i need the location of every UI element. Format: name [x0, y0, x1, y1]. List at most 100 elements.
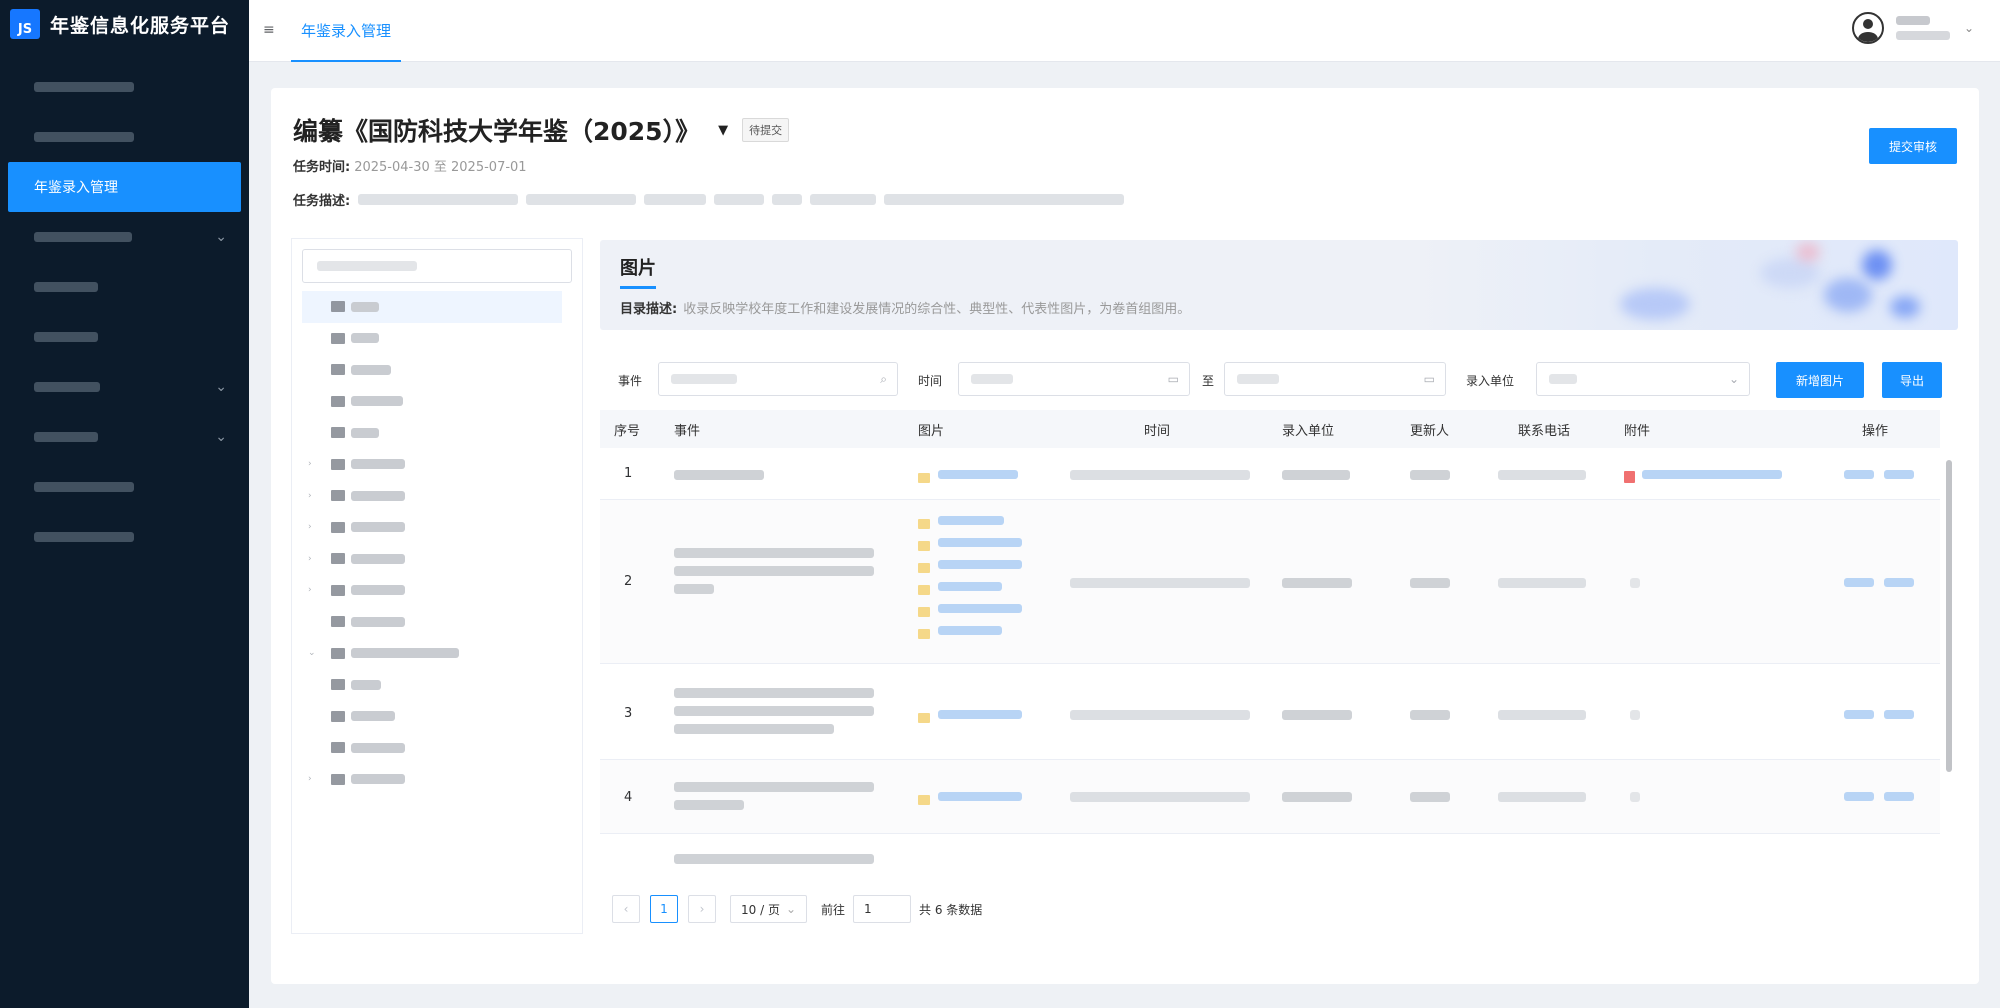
tree-node[interactable]	[292, 606, 582, 638]
next-page-button[interactable]: ›	[688, 895, 716, 923]
column-header: 图片	[918, 423, 945, 439]
chevron-down-icon: ⌄	[215, 429, 227, 445]
column-header: 联系电话	[1518, 423, 1571, 439]
chevron-down-icon: ⌄	[1963, 21, 1974, 35]
submit-review-button[interactable]: 提交审核	[1869, 128, 1957, 164]
chevron-down-icon: ⌄	[215, 379, 227, 395]
chevron-down-icon: ⌄	[785, 902, 797, 916]
tree-node[interactable]: ›	[292, 480, 582, 512]
data-table: 序号 事件 图片 时间 录入单位 更新人 联系电话 附件 操作 1 2 3 4	[600, 410, 1958, 876]
date-to-label: 至	[1202, 374, 1215, 388]
edit-link[interactable]	[1844, 470, 1874, 479]
column-header: 操作	[1862, 423, 1889, 439]
sidebar-item-9[interactable]	[0, 462, 249, 512]
time-filter-label: 时间	[918, 374, 943, 388]
calendar-icon: ▭	[1167, 372, 1179, 386]
tree-node[interactable]	[302, 291, 562, 323]
tab-yearbook-entry[interactable]: 年鉴录入管理	[291, 0, 402, 62]
top-header: ≡ 年鉴录入管理 ⌄	[249, 0, 2000, 62]
tree-node[interactable]: ⌄	[292, 638, 582, 670]
tree-node[interactable]	[292, 386, 582, 418]
sidebar-item-6[interactable]	[0, 312, 249, 362]
task-time: 任务时间: 2025-04-30 至 2025-07-01	[293, 160, 527, 175]
pdf-file-icon	[1624, 471, 1635, 483]
attachment-link[interactable]	[1642, 470, 1782, 479]
page-size-select[interactable]: 10 / 页 ⌄	[730, 895, 808, 923]
tree-node[interactable]: ›	[292, 512, 582, 544]
column-header: 录入单位	[1282, 423, 1335, 439]
total-count: 共 6 条数据	[919, 902, 983, 917]
table-header: 序号 事件 图片 时间 录入单位 更新人 联系电话 附件 操作	[600, 410, 1940, 448]
sidebar-item-2[interactable]	[0, 112, 249, 162]
sidebar-item-4[interactable]: ⌄	[0, 212, 249, 262]
edit-link[interactable]	[1844, 578, 1874, 587]
jump-label: 前往	[821, 902, 846, 917]
sidebar-item-1[interactable]	[0, 62, 249, 112]
event-search-input[interactable]: ⌕	[658, 362, 898, 396]
prev-page-button[interactable]: ‹	[612, 895, 640, 923]
user-menu[interactable]: ⌄	[1851, 12, 1974, 44]
tree-node[interactable]: ›	[292, 449, 582, 481]
delete-link[interactable]	[1884, 578, 1914, 587]
table-row: 4	[600, 760, 1940, 834]
sidebar-item-5[interactable]	[0, 262, 249, 312]
export-button[interactable]: 导出	[1882, 362, 1942, 398]
column-header: 时间	[1144, 423, 1171, 439]
sidebar-item-7[interactable]: ⌄	[0, 362, 249, 412]
caret-down-icon[interactable]: ▼	[718, 123, 728, 138]
page-jump-input[interactable]: 1	[853, 895, 912, 923]
chevron-down-icon: ⌄	[215, 229, 227, 245]
start-date-input[interactable]: ▭	[958, 362, 1190, 396]
unit-select[interactable]: ⌄	[1536, 362, 1750, 396]
delete-link[interactable]	[1884, 792, 1914, 801]
edit-link[interactable]	[1844, 710, 1874, 719]
delete-link[interactable]	[1884, 710, 1914, 719]
tree-node[interactable]	[292, 417, 582, 449]
tree-node[interactable]	[292, 701, 582, 733]
tree-node[interactable]: ›	[292, 575, 582, 607]
section-description: 目录描述: 收录反映学校年度工作和建设发展情况的综合性、典型性、代表性图片，为卷…	[620, 302, 1191, 317]
end-date-input[interactable]: ▭	[1224, 362, 1446, 396]
table-row: 1	[600, 448, 1940, 500]
tree-node[interactable]	[292, 732, 582, 764]
event-filter-label: 事件	[618, 374, 643, 388]
menu-toggle-icon[interactable]: ≡	[263, 22, 275, 38]
task-description: 任务描述:	[293, 190, 1125, 209]
add-image-button[interactable]: 新增图片	[1776, 362, 1864, 398]
column-header: 更新人	[1410, 423, 1450, 439]
sidebar-menu: 年鉴录入管理 ⌄ ⌄ ⌄	[0, 62, 249, 562]
brand: JS 年鉴信息化服务平台	[0, 0, 249, 48]
edit-link[interactable]	[1844, 792, 1874, 801]
calendar-icon: ▭	[1423, 372, 1435, 386]
table-row: 2	[600, 500, 1940, 664]
tree-node[interactable]	[292, 354, 582, 386]
sidebar-item-10[interactable]	[0, 512, 249, 562]
app-title: 年鉴信息化服务平台	[50, 14, 231, 37]
sidebar-item-yearbook-entry[interactable]: 年鉴录入管理	[8, 162, 241, 212]
tree-node[interactable]: ›	[292, 543, 582, 575]
column-header: 序号	[614, 423, 641, 439]
user-avatar-icon	[1851, 12, 1884, 44]
table-row	[600, 834, 1940, 876]
table-scrollbar[interactable]	[1946, 460, 1952, 772]
sidebar-item-label: 年鉴录入管理	[34, 180, 118, 196]
chevron-down-icon: ⌄	[1728, 372, 1739, 386]
tree-node[interactable]	[292, 323, 582, 355]
table-row: 3	[600, 664, 1940, 760]
app-logo-icon: JS	[10, 9, 40, 39]
unit-filter-label: 录入单位	[1466, 374, 1515, 388]
page-number-button[interactable]: 1	[650, 895, 678, 923]
tree-node[interactable]: ›	[292, 764, 582, 796]
pagination: ‹ 1 › 10 / 页 ⌄ 前往 1 共 6 条数据	[612, 894, 982, 924]
tree-node[interactable]	[292, 669, 582, 701]
sidebar-item-8[interactable]: ⌄	[0, 412, 249, 462]
delete-link[interactable]	[1884, 470, 1914, 479]
page-title: 编纂《国防科技大学年鉴（2025）》 ▼ 待提交	[293, 112, 790, 148]
tree-search-input[interactable]	[302, 249, 572, 283]
section-banner: 图片 目录描述: 收录反映学校年度工作和建设发展情况的综合性、典型性、代表性图片…	[600, 240, 1958, 330]
category-tree: › › › › › ⌄ ›	[291, 238, 583, 934]
filter-bar: 事件 ⌕ 时间 ▭ 至 ▭ 录入单位 ⌄ 新增图片 导出	[600, 362, 1958, 398]
section-title: 图片	[620, 254, 656, 289]
sidebar: JS 年鉴信息化服务平台 年鉴录入管理 ⌄ ⌄ ⌄	[0, 0, 249, 1008]
search-icon: ⌕	[880, 371, 887, 386]
